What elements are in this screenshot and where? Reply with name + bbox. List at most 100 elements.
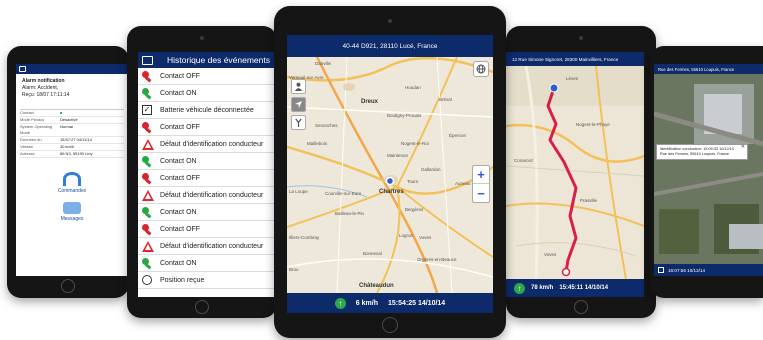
event-row[interactable]: Contact OFF [138, 170, 277, 187]
event-row[interactable]: Contact OFF [138, 119, 277, 136]
row-label: Données du [20, 137, 42, 142]
table-row: Mode Privacy Désactivé [20, 117, 124, 124]
event-row[interactable]: Contact OFF [138, 68, 277, 85]
home-button [195, 300, 209, 314]
live-map-footer: ↑ 6 km/h 15:54:25 14/10/14 [287, 293, 493, 313]
map-place-label: Senonches [315, 123, 338, 128]
row-label: Mode Privacy [20, 117, 45, 122]
route-map-svg [506, 66, 644, 279]
event-label: Défaut d'identification conducteur [160, 140, 264, 148]
warning-icon [142, 240, 154, 252]
alarm-header [16, 64, 128, 74]
map-place-label: Auneau [455, 181, 471, 186]
alarm-type: Alarm: Accident, [22, 85, 59, 91]
event-row[interactable]: Contact OFF [138, 221, 277, 238]
event-row[interactable]: Contact ON [138, 255, 277, 272]
commands-button[interactable]: Commandes [16, 172, 128, 194]
camera [579, 36, 583, 40]
camera [388, 19, 392, 23]
zoom-control: + − [472, 165, 490, 203]
table-row: Vitesse 30 km/h [20, 144, 124, 151]
driver-identification-popup: ✕ Identification conducteur: 15:09:33 10… [656, 144, 748, 160]
satellite-footer: 16:07:56 10/12/14 [654, 264, 763, 276]
live-map[interactable]: Danville Verneuil-sur-Avre Houdan Dreux … [287, 57, 493, 293]
tablet-event-history: Historique des événements Contact OFF Con… [127, 26, 277, 318]
event-row[interactable]: Défaut d'identification conducteur [138, 136, 277, 153]
map-place-label: Prasville [580, 198, 598, 203]
navigation-icon[interactable] [291, 97, 306, 112]
menu-icon[interactable] [142, 55, 153, 65]
event-label: Contact ON [160, 157, 197, 165]
map-place-label: Lèves [566, 76, 579, 81]
satellite-screen: Rue des Fermes, 55610 Loupuis, France ✕ … [654, 64, 763, 276]
event-label: Contact ON [160, 208, 197, 216]
key-green-icon [142, 257, 154, 269]
popup-line2: Rue des Fermes, 55610 Loupuis, France [660, 152, 730, 156]
wifi-icon [63, 172, 81, 186]
map-place-label: Bonneval [363, 251, 382, 256]
event-label: Batterie véhicule déconnectée [160, 106, 254, 114]
messages-button[interactable]: Messages [16, 202, 128, 222]
satellite-map[interactable]: ✕ Identification conducteur: 15:09:33 10… [654, 74, 763, 264]
map-place-label: Corancez [514, 158, 534, 163]
messages-label: Messages [60, 216, 84, 222]
map-place-label: Épernon [449, 133, 467, 138]
event-history-screen: Historique des événements Contact OFF Con… [138, 52, 277, 297]
route-timestamp: 15:45:11 14/10/14 [559, 285, 609, 291]
map-place-label: La Loupe [289, 189, 308, 194]
map-place-label: Chartres [379, 189, 404, 195]
menu-icon[interactable] [19, 66, 26, 72]
table-row: Adresse 86 N3, 55190 Liny [20, 151, 124, 158]
row-value: 86 N3, 55190 Liny [60, 151, 93, 156]
satellite-map-svg [654, 74, 763, 264]
direction-arrow-icon: ↑ [514, 282, 525, 294]
alarm-details-table: Contact ■ Mode Privacy Désactivé System Op… [20, 109, 124, 158]
alarm-received: Reçu: 18/07 17:11:14 [22, 92, 70, 98]
event-label: Contact ON [160, 89, 197, 97]
event-row[interactable]: Contact ON [138, 85, 277, 102]
route-split-icon[interactable] [291, 115, 306, 130]
route-map[interactable]: Lèves Nogent-le-Phaye Corancez Prasville… [506, 66, 644, 279]
table-row: System Operating Mode Normal [20, 124, 124, 137]
warning-icon [142, 138, 154, 150]
map-place-label: Orgères-en-Beauce [417, 257, 457, 262]
satellite-header: Rue des Fermes, 55610 Loupuis, France [654, 64, 763, 74]
event-row[interactable]: Contact ON [138, 153, 277, 170]
event-label: Contact OFF [160, 174, 201, 182]
mailbox-icon [63, 202, 81, 214]
row-label: System Operating Mode [20, 124, 53, 135]
home-button [574, 300, 588, 314]
row-label: Adresse [20, 151, 35, 156]
commands-label: Commandes [57, 188, 87, 194]
event-label: Défaut d'identification conducteur [160, 242, 264, 250]
map-place-label: Bergères [405, 207, 424, 212]
route-footer: ↑ 78 km/h 15:45:11 14/10/14 [506, 279, 644, 297]
satellite-address: Rue des Fermes, 55610 Loupuis, France [658, 66, 735, 72]
key-green-icon [142, 87, 154, 99]
event-row[interactable]: Défaut d'identification conducteur [138, 187, 277, 204]
map-place-label: Maillebois [307, 141, 328, 146]
map-place-label: Voves [544, 252, 557, 257]
satellite-timestamp: 16:07:56 10/12/14 [668, 267, 706, 273]
zoom-in-button[interactable]: + [473, 166, 489, 184]
zoom-out-button[interactable]: − [473, 184, 489, 202]
event-row[interactable]: Contact ON [138, 204, 277, 221]
event-row[interactable]: Défaut d'identification conducteur [138, 238, 277, 255]
vehicle-icon [658, 267, 664, 273]
map-place-label: Boutigny-Prouais [387, 113, 422, 118]
tablet-live-map: 40-44 D921, 28110 Lucé, France Danville … [274, 6, 506, 338]
map-place-label: Dreux [361, 99, 379, 105]
event-list: Contact OFF Contact ON ✓ Batterie véhicule … [138, 68, 277, 289]
camera [200, 36, 204, 40]
current-timestamp: 15:54:25 14/10/14 [387, 299, 446, 307]
event-label: Position reçue [160, 276, 205, 284]
event-row[interactable]: Position reçue [138, 272, 277, 289]
live-map-svg [287, 57, 493, 293]
map-place-label: Nogent-le-Phaye [576, 122, 610, 127]
event-row[interactable]: ✓ Batterie véhicule déconnectée [138, 102, 277, 119]
user-icon[interactable] [291, 79, 306, 94]
globe-icon[interactable] [473, 61, 489, 77]
close-icon[interactable]: ✕ [741, 145, 745, 150]
pin-icon [142, 274, 154, 286]
tablet-satellite: Rue des Fermes, 55610 Loupuis, France ✕ … [650, 46, 763, 298]
